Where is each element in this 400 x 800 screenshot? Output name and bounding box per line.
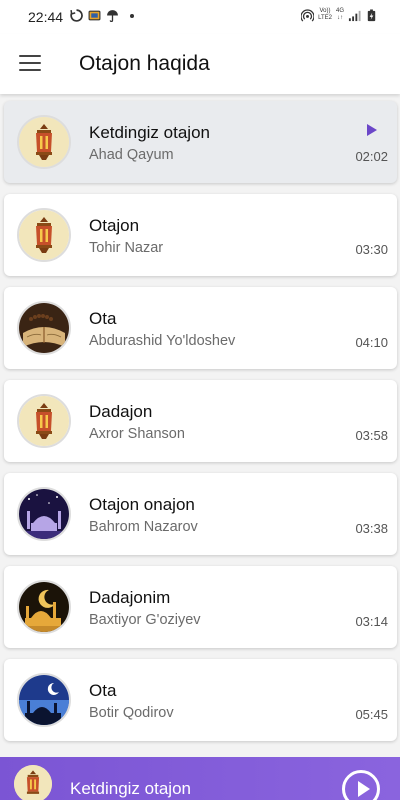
song-artist: Axror Shanson: [89, 426, 185, 442]
battery-charging-icon: [367, 8, 376, 21]
lantern-thumbnail-icon: [17, 394, 71, 448]
song-title: Ota: [89, 681, 117, 700]
song-item[interactable]: Ota Botir Qodirov 05:45: [4, 659, 397, 741]
status-left-icons: [70, 9, 134, 22]
signal-strength-icon: [348, 10, 361, 21]
sync-icon: [70, 9, 83, 22]
song-item[interactable]: Ota Abdurashid Yo'ldoshev 04:10: [4, 287, 397, 369]
hamburger-menu-icon[interactable]: [19, 54, 41, 72]
mosque-night-blue-thumbnail-icon: [17, 673, 71, 727]
song-item[interactable]: Otajon Tohir Nazar 03:30: [4, 194, 397, 276]
data-arrows-icon: ↓↑: [336, 15, 343, 21]
song-duration: 04:10: [355, 335, 388, 350]
network-type-label: 4G: [335, 8, 344, 14]
mini-player[interactable]: Ketdingiz otajon: [0, 757, 400, 800]
tv-icon: [88, 10, 101, 21]
mosque-night-thumbnail-icon: [17, 487, 71, 541]
hotspot-icon: [301, 8, 315, 22]
lantern-thumbnail-icon: [17, 115, 71, 169]
song-duration: 03:30: [355, 242, 388, 257]
mosque-gold-thumbnail-icon: [17, 580, 71, 634]
status-right-icons: Vo)) LTE2 4G ↓↑: [301, 8, 378, 22]
song-item[interactable]: Otajon onajon Bahrom Nazarov 03:38: [4, 473, 397, 555]
song-artist: Ahad Qayum: [89, 147, 174, 163]
status-time: 22:44: [28, 9, 64, 25]
song-item[interactable]: Ketdingiz otajon Ahad Qayum 02:02: [4, 101, 397, 183]
song-item[interactable]: Dadajonim Baxtiyor G'oziyev 03:14: [4, 566, 397, 648]
umbrella-icon: [107, 10, 118, 22]
volte-indicator: Vo)) LTE2: [318, 8, 332, 22]
song-title: Ota: [89, 309, 117, 328]
notification-dot-icon: [130, 13, 134, 18]
play-circle-icon[interactable]: [342, 770, 380, 800]
song-title: Otajon onajon: [89, 495, 195, 514]
app-bar: Otajon haqida: [0, 34, 400, 94]
volte-label: Vo)): [319, 8, 331, 14]
lantern-thumbnail-icon: [17, 208, 71, 262]
song-title: Otajon: [89, 216, 140, 235]
song-duration: 03:38: [355, 521, 388, 536]
network-type-indicator: 4G ↓↑: [336, 8, 344, 22]
player-title: Ketdingiz otajon: [70, 779, 191, 798]
song-item[interactable]: Dadajon Axror Shanson 03:58: [4, 380, 397, 462]
song-title: Dadajon: [89, 402, 153, 421]
song-title: Ketdingiz otajon: [89, 123, 210, 142]
page-title: Otajon haqida: [79, 52, 210, 75]
quran-beads-thumbnail-icon: [17, 301, 71, 355]
lte-label: LTE2: [318, 15, 332, 21]
song-artist: Tohir Nazar: [89, 240, 164, 256]
status-bar: 22:44 Vo)) LTE2 4G ↓↑: [0, 0, 400, 34]
song-duration: 03:14: [355, 614, 388, 629]
now-playing-icon: [367, 124, 377, 136]
song-duration: 03:58: [355, 428, 388, 443]
song-artist: Bahrom Nazarov: [89, 519, 198, 535]
song-artist: Baxtiyor G'oziyev: [89, 612, 201, 628]
song-artist: Botir Qodirov: [89, 705, 174, 721]
song-artist: Abdurashid Yo'ldoshev: [89, 333, 236, 349]
song-duration: 02:02: [355, 149, 388, 164]
song-title: Dadajonim: [89, 588, 171, 607]
lantern-thumbnail-icon: [14, 765, 52, 800]
song-duration: 05:45: [355, 707, 388, 722]
